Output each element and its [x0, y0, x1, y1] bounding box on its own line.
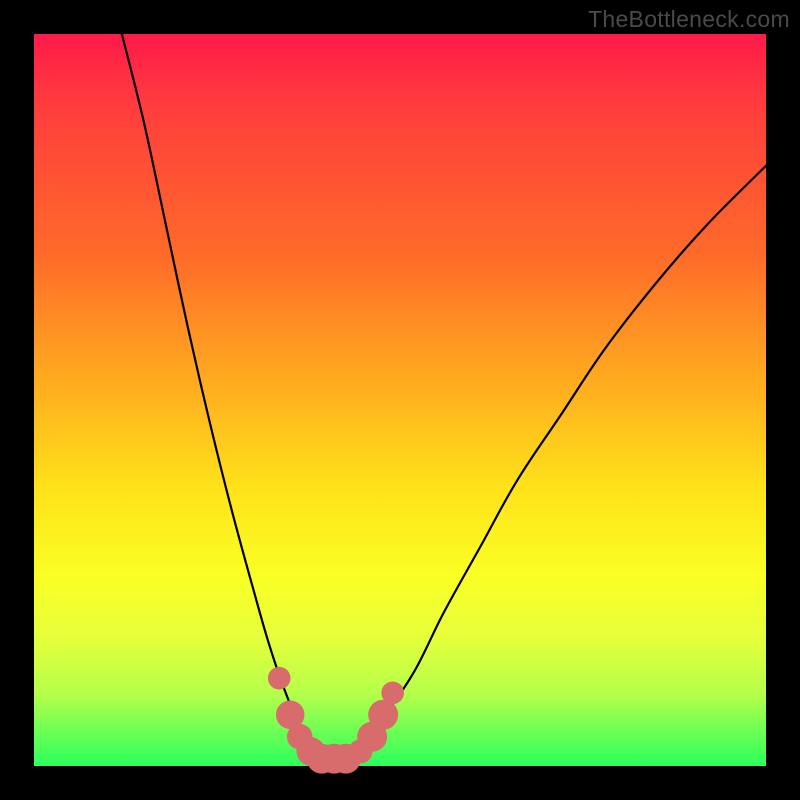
plot-area [34, 34, 766, 766]
marker-point [368, 700, 398, 730]
chart-frame: TheBottleneck.com [0, 0, 800, 800]
bottleneck-curve [122, 34, 766, 759]
marker-point [268, 667, 291, 690]
chart-svg [34, 34, 766, 766]
marker-point [381, 681, 404, 704]
marker-group [268, 667, 404, 774]
attribution-label: TheBottleneck.com [588, 6, 790, 33]
